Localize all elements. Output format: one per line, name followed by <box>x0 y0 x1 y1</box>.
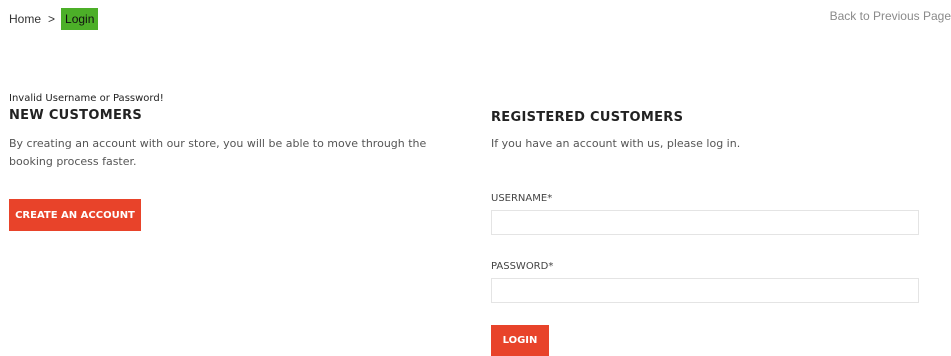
back-to-previous-page-link[interactable]: Back to Previous Page <box>830 9 951 23</box>
login-error-message: Invalid Username or Password! <box>9 93 164 104</box>
create-account-button[interactable]: CREATE AN ACCOUNT <box>9 199 141 231</box>
login-button[interactable]: LOGIN <box>491 325 549 356</box>
new-customers-description: By creating an account with our store, y… <box>9 137 427 168</box>
password-input[interactable] <box>491 278 919 303</box>
breadcrumb-separator: > <box>48 12 56 26</box>
breadcrumb-current: Login <box>61 8 99 30</box>
registered-customers-title: REGISTERED CUSTOMERS <box>491 110 684 125</box>
username-label: USERNAME* <box>491 193 553 204</box>
breadcrumb: Home > Login <box>9 8 99 30</box>
password-label: PASSWORD* <box>491 261 554 272</box>
username-input[interactable] <box>491 210 919 235</box>
registered-customers-description: If you have an account with us, please l… <box>491 137 741 150</box>
new-customers-title: NEW CUSTOMERS <box>9 108 143 123</box>
breadcrumb-home-link[interactable]: Home <box>9 12 41 26</box>
